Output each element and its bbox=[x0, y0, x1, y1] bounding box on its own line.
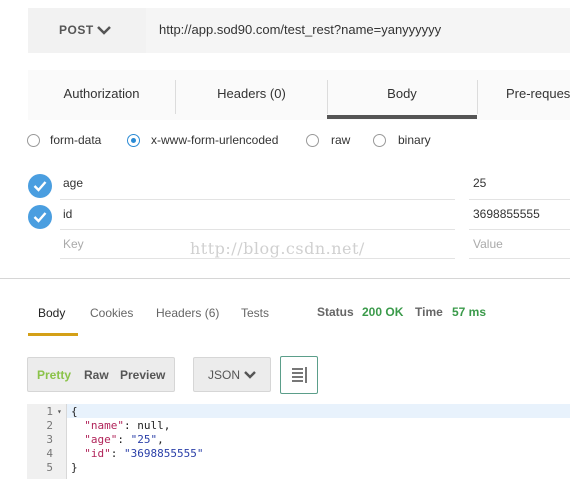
tab-headers[interactable]: Headers (0) bbox=[176, 70, 327, 118]
tab-pre-request[interactable]: Pre-reques bbox=[478, 70, 570, 118]
tab-authorization[interactable]: Authorization bbox=[28, 70, 175, 118]
line-number: 1 bbox=[46, 405, 53, 418]
watermark: http://blog.csdn.net/ bbox=[190, 239, 365, 258]
view-raw-button[interactable]: Raw bbox=[84, 368, 109, 382]
line-number: 3 bbox=[46, 433, 53, 446]
line-number: 4 bbox=[46, 447, 53, 460]
code-brace: } bbox=[71, 461, 78, 474]
radio-label-binary[interactable]: binary bbox=[398, 133, 431, 147]
text-wrap-icon bbox=[292, 367, 307, 383]
url-value[interactable]: http://app.sod90.com/test_rest?name=yany… bbox=[159, 22, 441, 37]
json-comma: , bbox=[157, 433, 164, 446]
method-label: POST bbox=[59, 23, 94, 37]
json-key: "name" bbox=[84, 419, 124, 432]
radio-label-form-data[interactable]: form-data bbox=[50, 133, 101, 147]
checkmark-icon bbox=[33, 212, 47, 223]
json-value: "3698855555" bbox=[124, 447, 204, 460]
json-sep: : bbox=[117, 433, 131, 446]
time-label: Time bbox=[415, 305, 443, 319]
line-number: 2 bbox=[46, 419, 53, 432]
param-key[interactable]: id bbox=[63, 207, 72, 221]
code-line: } bbox=[71, 461, 78, 474]
param-divider bbox=[60, 199, 455, 200]
radio-raw[interactable] bbox=[306, 134, 319, 147]
param-value[interactable]: 3698855555 bbox=[473, 207, 540, 221]
param-enabled-checkbox[interactable] bbox=[28, 205, 52, 229]
tab-body[interactable]: Body bbox=[327, 70, 477, 118]
param-divider bbox=[469, 229, 570, 230]
param-value-placeholder[interactable]: Value bbox=[473, 237, 503, 251]
param-key[interactable]: age bbox=[63, 176, 83, 190]
code-line: "age": "25", bbox=[71, 433, 164, 446]
param-enabled-checkbox[interactable] bbox=[28, 174, 52, 198]
response-tab-headers[interactable]: Headers (6) bbox=[156, 306, 219, 320]
param-key-placeholder[interactable]: Key bbox=[63, 237, 84, 251]
json-sep: : bbox=[110, 447, 124, 460]
format-label: JSON bbox=[208, 368, 241, 382]
json-sep: : bbox=[124, 419, 138, 432]
line-number: 5 bbox=[46, 461, 53, 474]
gutter-divider bbox=[66, 404, 67, 479]
response-tab-cookies[interactable]: Cookies bbox=[90, 306, 133, 320]
fold-arrow-icon[interactable]: ▾ bbox=[57, 407, 62, 416]
param-divider bbox=[469, 258, 570, 259]
code-line: "id": "3698855555" bbox=[71, 447, 203, 460]
json-key: "id" bbox=[84, 447, 111, 460]
section-divider bbox=[0, 278, 570, 279]
json-value: "25" bbox=[130, 433, 158, 446]
response-tab-indicator bbox=[28, 333, 78, 336]
view-preview-button[interactable]: Preview bbox=[120, 368, 165, 382]
code-line: "name": null, bbox=[71, 419, 170, 432]
param-divider bbox=[469, 199, 570, 200]
radio-binary[interactable] bbox=[373, 134, 386, 147]
active-tab-indicator bbox=[327, 115, 477, 119]
chevron-down-icon[interactable] bbox=[96, 24, 112, 36]
radio-label-raw[interactable]: raw bbox=[331, 133, 350, 147]
param-divider bbox=[60, 258, 455, 259]
json-value: null bbox=[137, 419, 164, 432]
chevron-down-icon bbox=[244, 371, 256, 379]
json-comma: , bbox=[163, 419, 171, 432]
active-line-highlight bbox=[27, 404, 570, 418]
code-line: { bbox=[71, 405, 78, 418]
status-label: Status bbox=[317, 305, 354, 319]
wrap-text-button[interactable] bbox=[280, 356, 318, 394]
radio-form-data[interactable] bbox=[27, 134, 40, 147]
radio-x-www-form-urlencoded[interactable] bbox=[127, 134, 140, 147]
view-pretty-button[interactable]: Pretty bbox=[37, 368, 71, 382]
code-brace: { bbox=[71, 405, 78, 418]
response-tab-tests[interactable]: Tests bbox=[241, 306, 269, 320]
time-value: 57 ms bbox=[452, 305, 487, 319]
response-tab-body[interactable]: Body bbox=[38, 306, 65, 320]
param-value[interactable]: 25 bbox=[473, 176, 486, 190]
checkmark-icon bbox=[33, 181, 47, 192]
status-value: 200 OK bbox=[362, 305, 404, 319]
radio-label-x-www-form-urlencoded[interactable]: x-www-form-urlencoded bbox=[151, 133, 278, 147]
json-key: "age" bbox=[84, 433, 118, 446]
param-divider bbox=[60, 229, 455, 230]
